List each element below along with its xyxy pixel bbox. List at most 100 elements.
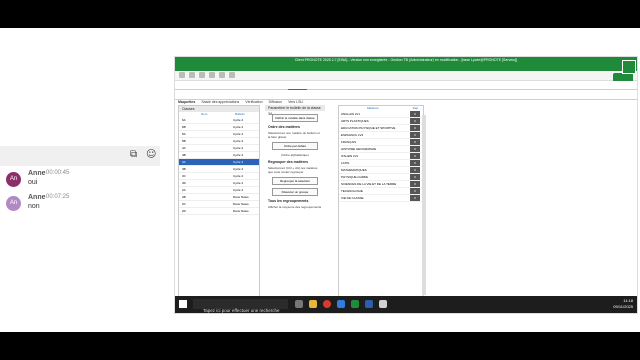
col-name[interactable]: Nom [201, 112, 207, 116]
class-row[interactable]: 3B Cycle 4 [179, 166, 259, 173]
avatar: An [6, 172, 21, 187]
taskbar-search[interactable]: Tapez ici pour effectuer une recherche [193, 299, 288, 313]
class-row[interactable]: 3C Cycle 4 [179, 173, 259, 180]
subject-value[interactable]: 0 [410, 125, 420, 131]
subject-row[interactable]: EDUCATION PHYSIQUE ET SPORTIVE 0 [339, 125, 423, 132]
group-button[interactable]: Regrouper la sélection [272, 177, 318, 185]
class-row[interactable]: 2B Dans Notes [179, 194, 259, 201]
subject-name: ARTS PLASTIQUES [341, 119, 369, 123]
class-row[interactable]: 4A Cycle 4 [179, 145, 259, 152]
main-tabs: RessourcesCahier de textesQCMNotesCompét… [175, 81, 637, 97]
save-icon[interactable] [199, 72, 205, 78]
default-order-sub: (Ordre alphabétique) [281, 153, 309, 157]
class-row[interactable]: 4B Cycle 4 [179, 152, 259, 159]
chat-message: An Anne 00:07:25 non [4, 194, 154, 214]
open-icon[interactable] [189, 72, 195, 78]
class-bulletin: Cycle 4 [233, 139, 244, 143]
class-row[interactable]: 2A Cycle 4 [179, 187, 259, 194]
subject-row[interactable]: ESPAGNOL LV2 0 [339, 132, 423, 139]
message-text: non [28, 203, 40, 210]
copy-icon[interactable]: ⧉ [130, 149, 137, 160]
subject-row[interactable]: HISTOIRE GEOGRAPHIE 0 [339, 146, 423, 153]
toolbar [175, 71, 637, 83]
window-title: Client PRONOTE 2025 2.7 [EWA] - Version … [175, 57, 637, 64]
class-row[interactable]: 3D Cycle 4 [179, 180, 259, 187]
subject-row[interactable]: ANGLAIS LV1 0 [339, 111, 423, 118]
subject-value[interactable]: 0 [410, 195, 420, 201]
subject-row[interactable]: LATIN 0 [339, 160, 423, 167]
col-rep[interactable]: Rep. [413, 106, 419, 110]
class-row[interactable]: 3A Cycle 4 [179, 159, 259, 166]
message-time: 00:00:45 [46, 170, 70, 176]
file-explorer-icon[interactable] [309, 300, 317, 308]
subject-name: PHYSIQUE-CHIMIE [341, 175, 369, 179]
class-row[interactable]: 2C Dans Notes [179, 201, 259, 208]
subject-row[interactable]: VIE DE CLASSE 0 [339, 195, 423, 202]
letterbox-top [0, 0, 640, 28]
chrome-icon[interactable] [323, 300, 331, 308]
subject-value[interactable]: 0 [410, 139, 420, 145]
app-icon[interactable] [379, 300, 387, 308]
new-icon[interactable] [179, 72, 185, 78]
class-name: 4A [182, 146, 186, 150]
class-name: 3D [182, 181, 186, 185]
edge-icon[interactable] [337, 300, 345, 308]
class-bulletin: Dans Notes [233, 202, 249, 206]
class-bulletin: Cycle 4 [233, 118, 244, 122]
class-name: 3B [182, 167, 186, 171]
settings-icon[interactable] [219, 72, 225, 78]
subject-row[interactable]: ITALIEN LV2 0 [339, 153, 423, 160]
search-placeholder: Tapez ici pour effectuer une recherche [203, 308, 280, 313]
class-name: 3C [182, 174, 186, 178]
subject-value[interactable]: 0 [410, 160, 420, 166]
class-name: 6A [182, 118, 186, 122]
subject-row[interactable]: SCIENCES DE LA VIE ET DE LA TERRE 0 [339, 181, 423, 188]
subject-row[interactable]: MATHEMATIQUES 0 [339, 167, 423, 174]
people-icon[interactable]: ☺ [146, 149, 156, 160]
subjects-scrollbar[interactable] [422, 115, 426, 295]
subject-value[interactable]: 0 [410, 153, 420, 159]
class-bulletin: Cycle 4 [233, 153, 244, 157]
subjects-panel: Matières Rep. ANGLAIS LV1 0 ARTS PLASTIQUE… [338, 105, 424, 301]
fullscreen-icon[interactable] [622, 60, 636, 74]
class-row[interactable]: 2D Dans Notes [179, 208, 259, 215]
subject-row[interactable]: PHYSIQUE-CHIMIE 0 [339, 174, 423, 181]
col-bulletin[interactable]: Bulletin [235, 112, 245, 116]
subject-value[interactable]: 0 [410, 167, 420, 173]
pronote-icon[interactable] [351, 300, 359, 308]
user-icon[interactable] [229, 72, 235, 78]
classes-panel: Classes Nom Bulletin 6A Cycle 4 6B Cycle 45… [178, 105, 260, 301]
subject-value[interactable]: 0 [410, 132, 420, 138]
class-row[interactable]: 5B Cycle 4 [179, 138, 259, 145]
subject-row[interactable]: ARTS PLASTIQUES 0 [339, 118, 423, 125]
class-bulletin: Dans Notes [233, 209, 249, 213]
task-view-icon[interactable] [295, 300, 303, 308]
subject-value[interactable]: 0 [410, 174, 420, 180]
word-icon[interactable] [365, 300, 373, 308]
class-row[interactable]: 5A Cycle 4 [179, 131, 259, 138]
class-name: 2B [182, 195, 186, 199]
class-bulletin: Cycle 4 [233, 174, 244, 178]
show-average-checkbox[interactable]: Afficher la moyenne des regroupements [268, 205, 322, 209]
apply-model-button[interactable]: Définir le modèle dans classe [272, 114, 318, 122]
windows-start-icon[interactable] [179, 300, 187, 308]
subject-value[interactable]: 0 [410, 188, 420, 194]
class-row[interactable]: 6B Cycle 4 [179, 124, 259, 131]
subject-value[interactable]: 0 [410, 118, 420, 124]
taskbar-clock: 11:18 09/11/2025 [613, 298, 633, 310]
class-row[interactable]: 6A Cycle 4 [179, 117, 259, 124]
subject-value[interactable]: 0 [410, 146, 420, 152]
subject-value[interactable]: 0 [410, 181, 420, 187]
subject-row[interactable]: FRANÇAIS 0 [339, 139, 423, 146]
default-order-button[interactable]: Ordre par défaut [272, 142, 318, 150]
col-subject[interactable]: Matières [367, 106, 379, 110]
subject-name: SCIENCES DE LA VIE ET DE LA TERRE [341, 182, 397, 186]
class-bulletin: Cycle 4 [233, 160, 244, 164]
avatar: An [6, 196, 21, 211]
sender-name: Anne [28, 170, 46, 177]
print-icon[interactable] [209, 72, 215, 78]
subject-value[interactable]: 0 [410, 111, 420, 117]
ungroup-button[interactable]: Dissocier un groupe [272, 188, 318, 196]
subject-name: VIE DE CLASSE [341, 196, 364, 200]
subject-row[interactable]: TECHNOLOGIE 0 [339, 188, 423, 195]
